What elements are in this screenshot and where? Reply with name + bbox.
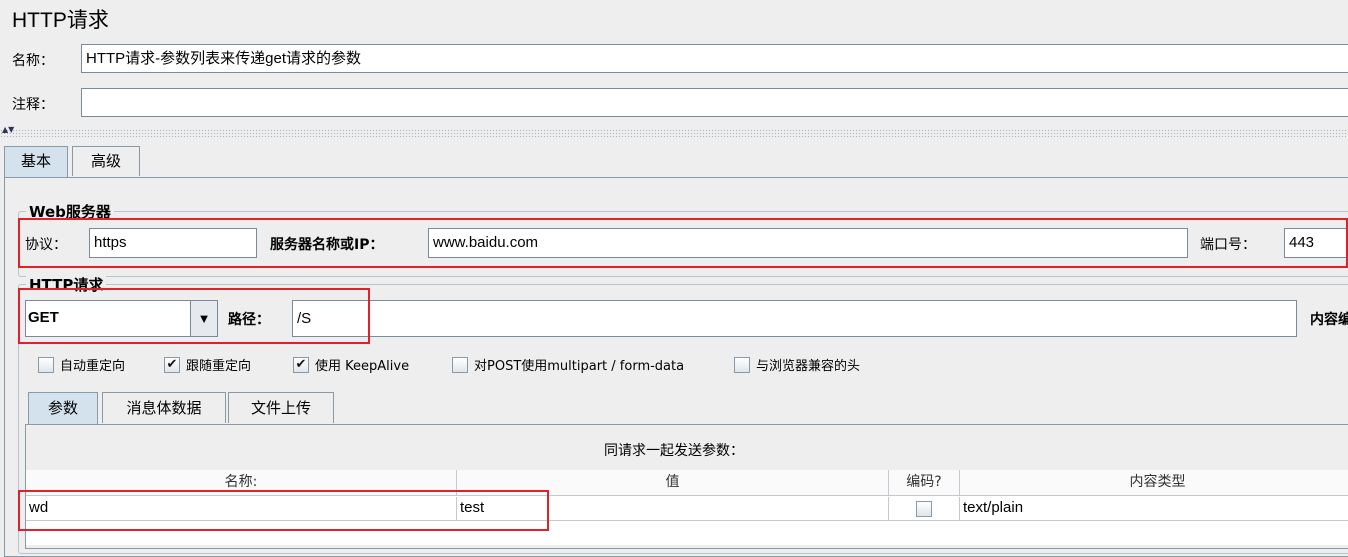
check-icon: ✔ (295, 357, 307, 372)
opt-auto-redirect[interactable]: 自动重定向 (38, 355, 125, 374)
browser-headers-label: 与浏览器兼容的头 (756, 359, 861, 374)
highlight-web-server (18, 218, 1348, 268)
tab-parameters[interactable]: 参数 (28, 392, 98, 425)
tab-basic[interactable]: 基本 (4, 146, 68, 178)
content-encoding-label: 内容编 (1310, 312, 1348, 328)
multipart-label: 对POST使用multipart / form-data (474, 359, 685, 374)
tab-basic-label: 基本 (20, 152, 51, 170)
column-header-encode[interactable]: 编码? (889, 470, 960, 496)
opt-multipart[interactable]: 对POST使用multipart / form-data (452, 355, 684, 374)
param-content-type-cell[interactable]: text/plain (960, 497, 1348, 521)
opt-follow-redirect[interactable]: ✔ 跟随重定向 (164, 355, 251, 374)
comment-field[interactable] (81, 88, 1348, 117)
name-field[interactable]: HTTP请求-参数列表来传递get请求的参数 (81, 44, 1348, 73)
path-field[interactable]: /S (292, 300, 1297, 337)
highlight-param-row (18, 490, 549, 531)
tab-body-data[interactable]: 消息体数据 (102, 392, 226, 423)
opt-keepalive[interactable]: ✔ 使用 KeepAlive (293, 355, 409, 374)
keepalive-checkbox[interactable]: ✔ (293, 356, 309, 373)
follow-redirect-label: 跟随重定向 (186, 359, 252, 374)
highlight-method-path (18, 288, 370, 344)
param-encode-cell (889, 497, 960, 521)
keepalive-label: 使用 KeepAlive (315, 359, 410, 374)
tab-advanced-label: 高级 (90, 152, 121, 170)
tab-file-upload[interactable]: 文件上传 (228, 392, 334, 423)
opt-browser-headers[interactable]: 与浏览器兼容的头 (734, 355, 860, 374)
page-title: HTTP请求 (12, 9, 109, 32)
tab-file-upload-label: 文件上传 (250, 399, 311, 417)
tab-advanced[interactable]: 高级 (72, 146, 140, 176)
params-caption: 同请求一起发送参数： (604, 443, 744, 459)
name-label: 名称： (12, 53, 54, 69)
encode-checkbox[interactable] (916, 501, 932, 517)
tab-parameters-label: 参数 (47, 399, 78, 417)
auto-redirect-checkbox[interactable] (38, 356, 54, 373)
comment-label: 注释： (12, 97, 54, 113)
tab-body-data-label: 消息体数据 (126, 399, 202, 417)
check-icon: ✔ (166, 357, 178, 372)
auto-redirect-label: 自动重定向 (60, 359, 126, 374)
collapse-arrows-icon[interactable]: ▲▼ (2, 126, 14, 134)
follow-redirect-checkbox[interactable]: ✔ (164, 356, 180, 373)
multipart-checkbox[interactable] (452, 356, 468, 373)
browser-headers-checkbox[interactable] (734, 356, 750, 373)
column-header-content-type[interactable]: 内容类型 (960, 470, 1348, 496)
split-divider[interactable] (0, 129, 1348, 137)
